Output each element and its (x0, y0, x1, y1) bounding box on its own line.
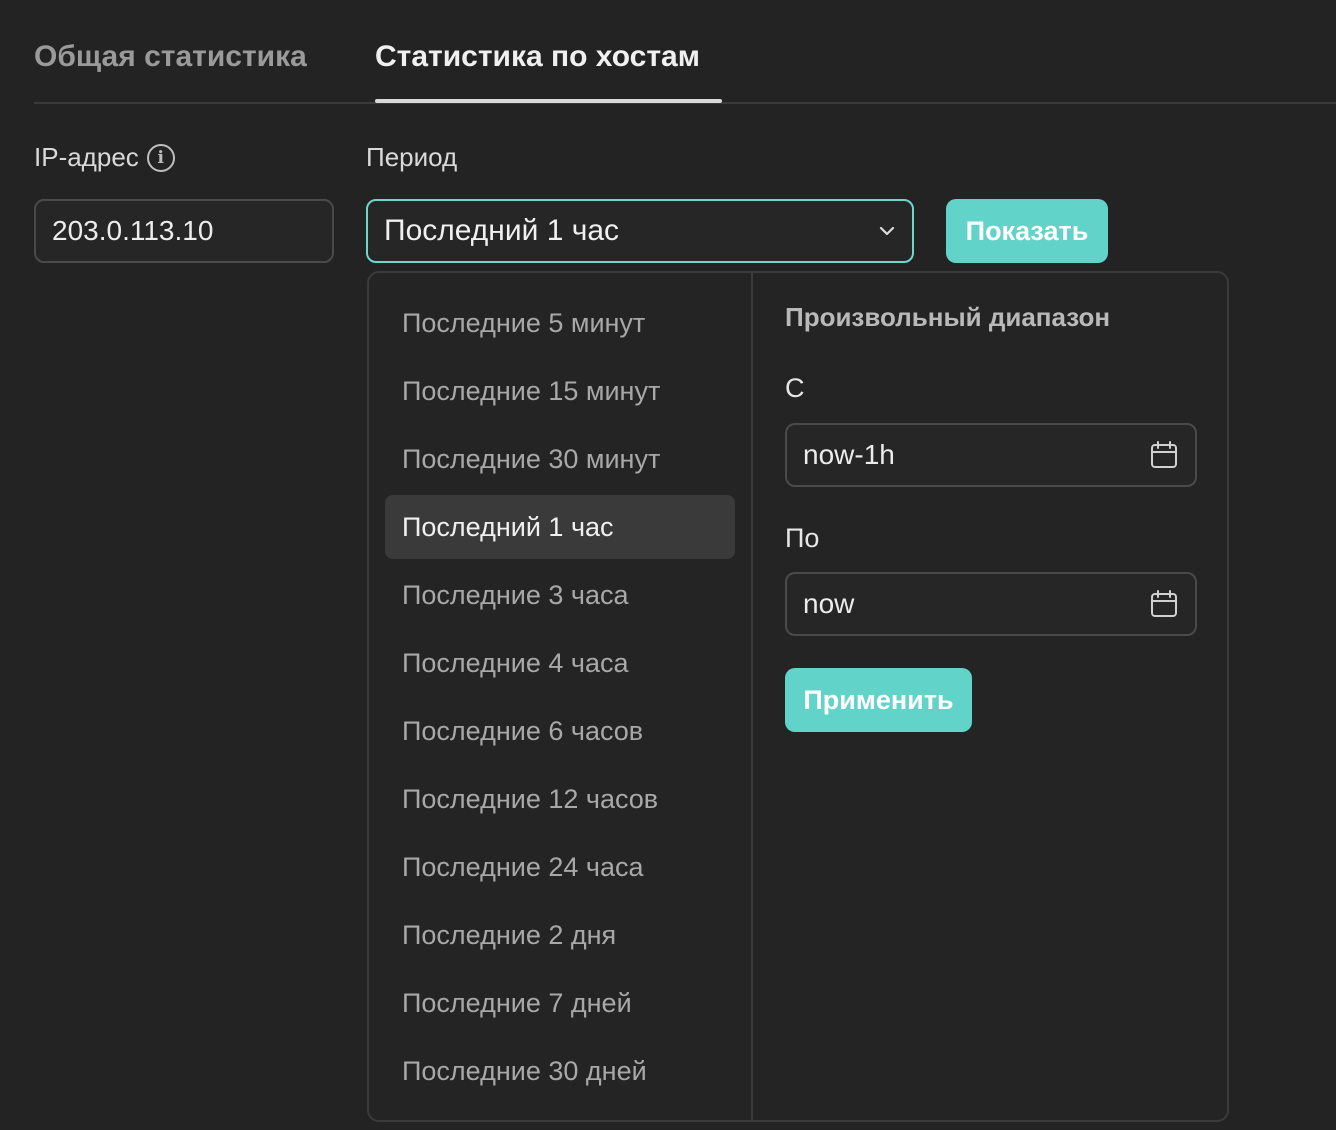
active-tab-indicator (375, 99, 722, 103)
from-date-value: now-1h (803, 439, 895, 470)
period-dropdown: Последние 5 минут Последние 15 минут Пос… (367, 271, 1229, 1122)
dropdown-divider (751, 273, 753, 1120)
period-option[interactable]: Последние 24 часа (385, 835, 735, 899)
period-select-value: Последний 1 час (384, 214, 620, 247)
period-option[interactable]: Последние 3 часа (385, 563, 735, 627)
calendar-icon[interactable] (1149, 440, 1179, 470)
tab-general-stats[interactable]: Общая статистика (34, 40, 307, 74)
period-option[interactable]: Последние 12 часов (385, 767, 735, 831)
ip-address-label: IP-адрес (34, 142, 139, 172)
calendar-icon[interactable] (1149, 589, 1179, 619)
period-option-selected[interactable]: Последний 1 час (385, 495, 735, 559)
period-option[interactable]: Последние 2 дня (385, 903, 735, 967)
period-option[interactable]: Последние 15 минут (385, 359, 735, 423)
to-date-input[interactable]: now (785, 572, 1197, 636)
ip-address-input[interactable] (34, 199, 334, 263)
period-option[interactable]: Последние 5 минут (385, 291, 735, 355)
info-icon[interactable]: i (146, 143, 175, 172)
period-option[interactable]: Последние 4 часа (385, 631, 735, 695)
period-options-list: Последние 5 минут Последние 15 минут Пос… (385, 291, 735, 1107)
apply-button[interactable]: Применить (785, 668, 972, 732)
period-label: Период (366, 142, 458, 172)
to-date-value: now (803, 588, 855, 619)
tab-host-stats[interactable]: Статистика по хостам (375, 40, 700, 74)
chevron-down-icon (879, 226, 895, 236)
to-label: По (785, 523, 820, 553)
period-option[interactable]: Последние 6 часов (385, 699, 735, 763)
show-button[interactable]: Показать (946, 199, 1108, 263)
period-option[interactable]: Последние 7 дней (385, 971, 735, 1035)
period-select[interactable]: Последний 1 час (366, 199, 914, 263)
ip-address-label-row: IP-адрес i (34, 142, 175, 173)
custom-range-title: Произвольный диапазон (785, 302, 1111, 332)
from-date-input[interactable]: now-1h (785, 423, 1197, 487)
tab-bar: Общая статистика Статистика по хостам (34, 0, 1336, 104)
from-label: С (785, 373, 805, 403)
period-option[interactable]: Последние 30 дней (385, 1039, 735, 1103)
period-option[interactable]: Последние 30 минут (385, 427, 735, 491)
